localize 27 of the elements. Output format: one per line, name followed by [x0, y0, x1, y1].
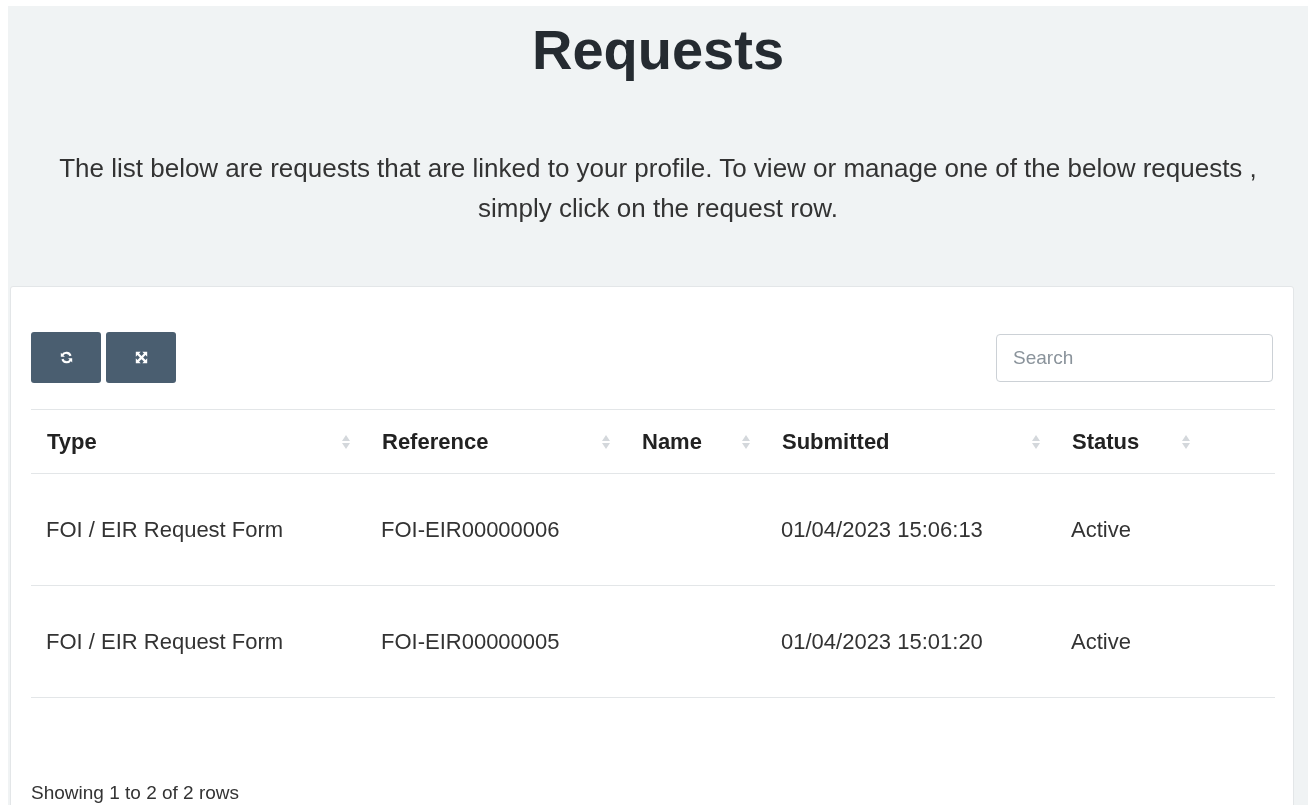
search-field[interactable]: Search	[996, 333, 1273, 382]
table-cell: Active	[1071, 516, 1131, 542]
fullscreen-button[interactable]	[106, 332, 176, 383]
intro-text: The list below are requests that are linked to your profile. To view or manage one of the below requests , simply click on the request row.	[58, 152, 1258, 225]
table-row[interactable]: FOI / EIR Request Form FOI-EIR00000005 01/04/2023 15:01:20 Active	[31, 585, 1275, 698]
table-cell: FOI / EIR Request Form	[46, 628, 284, 654]
column-header[interactable]: Status	[1056, 409, 1206, 474]
table-cell: FOI-EIR00000006	[381, 516, 560, 542]
sort-icon	[742, 434, 750, 449]
sort-icon	[342, 434, 350, 449]
column-header[interactable]: Name	[626, 409, 766, 474]
table-cell: 01/04/2023 15:06:13	[781, 516, 983, 542]
table-cell: FOI / EIR Request Form	[46, 516, 284, 542]
sort-icon	[602, 434, 610, 449]
column-header[interactable]: Type	[31, 409, 366, 474]
table-cell: FOI-EIR00000005	[381, 628, 560, 654]
table-cell: Active	[1071, 628, 1131, 654]
fullscreen-icon	[134, 351, 148, 364]
sort-icon	[1032, 434, 1040, 449]
sort-icon	[1182, 434, 1190, 449]
table-row[interactable]: FOI / EIR Request Form FOI-EIR00000006 01/04/2023 15:06:13 Active	[31, 473, 1275, 586]
refresh-icon	[59, 351, 73, 364]
table-cell: 01/04/2023 15:01:20	[781, 628, 983, 654]
column-header[interactable]: Submitted	[766, 409, 1056, 474]
pagination-info: Showing 1 to 2 of 2 rows	[31, 782, 241, 804]
page-title: Requests	[530, 17, 786, 82]
column-header[interactable]: Reference	[366, 409, 626, 474]
